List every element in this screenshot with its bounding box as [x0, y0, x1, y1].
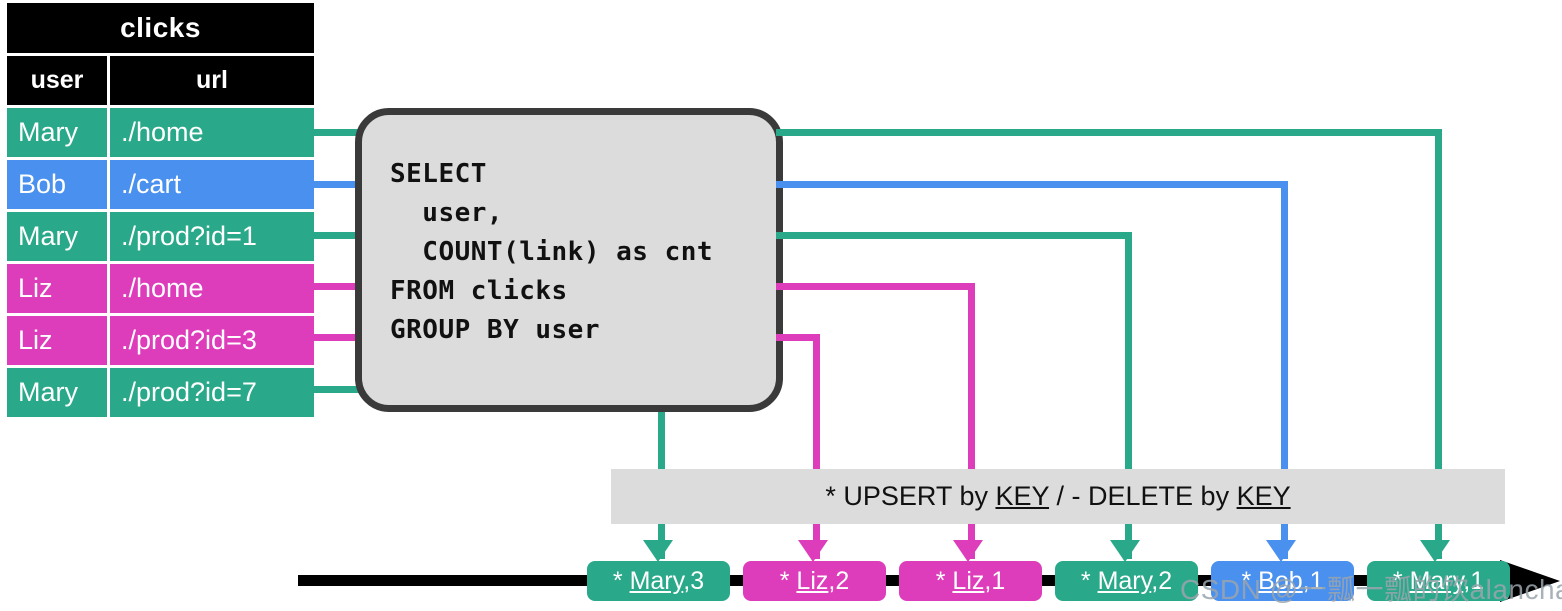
column-header-url: url [110, 56, 314, 105]
upsert-middle: / - DELETE by [1049, 481, 1237, 511]
chip-key: Bob [1258, 567, 1303, 595]
sql-query-box: SELECT user, COUNT(link) as cnt FROM cli… [355, 108, 783, 412]
chip-op: * [1392, 567, 1403, 595]
chip-op: * [612, 567, 623, 595]
changelog-chip: * Liz,1 [899, 561, 1042, 601]
sql-query-text: SELECT user, COUNT(link) as cnt FROM cli… [390, 159, 714, 345]
changelog-chip: * Mary,2 [1055, 561, 1198, 601]
column-header-user: user [7, 56, 107, 105]
cell-url: ./prod?id=7 [110, 368, 314, 417]
arrowhead-row3 [1110, 540, 1140, 562]
cell-url: ./prod?id=3 [110, 316, 314, 365]
cell-user: Mary [7, 108, 107, 157]
chip-value: ,3 [683, 567, 705, 595]
chip-value: ,2 [828, 567, 850, 595]
table-title: clicks [7, 3, 314, 53]
arrowhead-row5 [798, 540, 828, 562]
connector-out-row3-horizontal [776, 232, 1132, 239]
cell-user: Mary [7, 212, 107, 261]
connector-input-row6 [314, 386, 362, 393]
chip-value: ,2 [1151, 567, 1173, 595]
upsert-delete-bar: * UPSERT by KEY / - DELETE by KEY [611, 469, 1505, 524]
connector-out-row2-horizontal [776, 181, 1288, 188]
arrowhead-row6 [643, 540, 673, 562]
chip-key: Liz [796, 567, 829, 595]
upsert-delete-label: * UPSERT by KEY / - DELETE by KEY [611, 469, 1505, 524]
changelog-chip: * Mary,1 [1367, 561, 1510, 601]
table-row: Mary ./prod?id=7 [7, 368, 314, 417]
table-row: Liz ./home [7, 264, 314, 313]
arrowhead-row1 [1420, 540, 1450, 562]
table-row: Mary ./prod?id=1 [7, 212, 314, 261]
chip-op: * [935, 567, 946, 595]
cell-user: Liz [7, 316, 107, 365]
upsert-prefix: * UPSERT by [825, 481, 996, 511]
cell-user: Mary [7, 368, 107, 417]
connector-out-row5-vertical [813, 334, 820, 559]
cell-url: ./home [110, 264, 314, 313]
chip-value: ,1 [1463, 567, 1485, 595]
cell-user: Liz [7, 264, 107, 313]
cell-url: ./cart [110, 160, 314, 209]
connector-out-row4-horizontal [776, 283, 975, 290]
cell-url: ./home [110, 108, 314, 157]
diagram-canvas: clicks user url Mary ./home Bob ./cart M… [0, 0, 1562, 611]
connector-out-row1-horizontal [776, 129, 1442, 136]
arrowhead-row2 [1266, 540, 1296, 562]
chip-key: Mary [629, 567, 684, 595]
chip-key: Mary [1409, 567, 1464, 595]
clicks-table: clicks user url Mary ./home Bob ./cart M… [7, 3, 314, 417]
changelog-chip: * Liz,2 [743, 561, 886, 601]
chip-value: ,1 [984, 567, 1006, 595]
changelog-chip: * Mary,3 [587, 561, 730, 601]
changelog-chip: * Bob,1 [1211, 561, 1354, 601]
chip-value: ,1 [1302, 567, 1324, 595]
chip-op: * [1080, 567, 1091, 595]
cell-user: Bob [7, 160, 107, 209]
table-row: Bob ./cart [7, 160, 314, 209]
upsert-key-2: KEY [1236, 481, 1291, 511]
cell-url: ./prod?id=1 [110, 212, 314, 261]
arrowhead-row4 [953, 540, 983, 562]
table-row: Liz ./prod?id=3 [7, 316, 314, 365]
upsert-key-1: KEY [995, 481, 1050, 511]
chip-key: Liz [952, 567, 985, 595]
table-row: Mary ./home [7, 108, 314, 157]
chip-op: * [1241, 567, 1252, 595]
chip-op: * [779, 567, 790, 595]
table-header-row: user url [7, 56, 314, 105]
chip-key: Mary [1097, 567, 1152, 595]
